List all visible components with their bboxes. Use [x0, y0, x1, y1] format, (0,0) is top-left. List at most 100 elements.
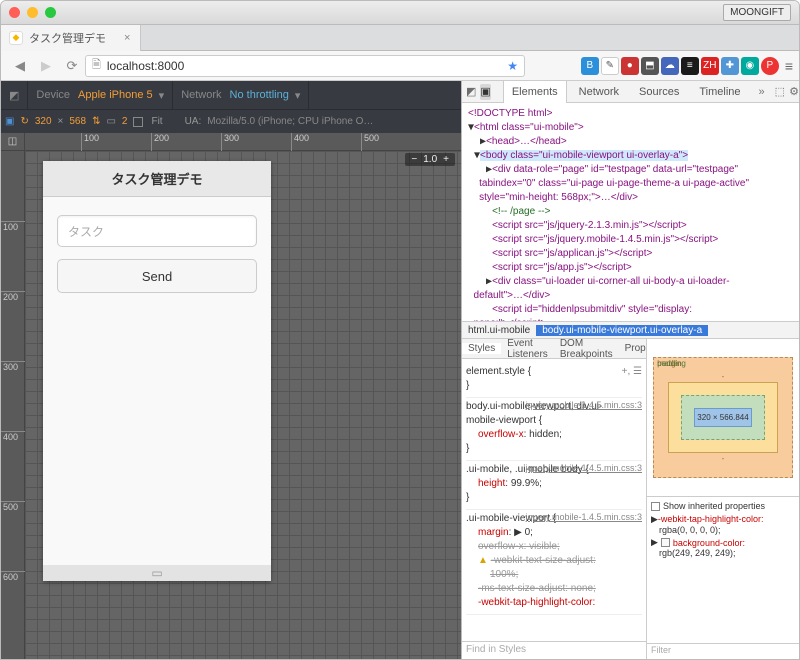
height-field[interactable]: 568 [69, 116, 86, 127]
ext-icon[interactable]: ✎ [601, 57, 619, 75]
ruler-tick: 300 [221, 133, 239, 151]
prop-value[interactable]: hidden; [529, 429, 562, 440]
styles-tab-breakpoints[interactable]: DOM Breakpoints [554, 339, 619, 360]
prop-overridden[interactable]: 100%; [490, 568, 642, 582]
send-button[interactable]: Send [57, 259, 257, 293]
toggle-device-mode-icon[interactable]: ▣ [480, 84, 490, 100]
ruler-vertical: 100 200 300 400 500 600 [1, 151, 25, 659]
settings-icon[interactable]: ⚙ [789, 84, 799, 100]
close-tab-icon[interactable]: × [124, 32, 130, 44]
star-icon[interactable]: ★ [507, 59, 518, 73]
console-toggle-icon[interactable]: ⬚ [775, 84, 785, 100]
style-rule[interactable]: jquery.mobile-1.4.5.min.css:3 .ui-mobile… [466, 461, 642, 510]
browser-tab[interactable]: ◆ タスク管理デモ × [1, 25, 141, 51]
computed-prop[interactable]: background-color: [673, 538, 745, 548]
dom-line[interactable]: <script src="js/jquery.mobile-1.4.5.min.… [492, 234, 718, 245]
traffic-min-icon[interactable] [27, 7, 38, 18]
show-inherited-checkbox[interactable] [651, 502, 660, 511]
url-field[interactable]: 🗎 localhost:8000 ★ [85, 55, 525, 77]
dom-comment[interactable]: <!-- /page --> [492, 206, 550, 217]
prop-overridden[interactable]: -ms-text-size-adjust: none; [478, 582, 642, 596]
rule-source[interactable]: jquery.mobile-1.4.5.min.css:3 [526, 510, 642, 524]
tab-network[interactable]: Network [571, 81, 627, 103]
prop-overridden[interactable]: -webkit-text-size-adjust: [491, 555, 596, 566]
rule-source[interactable]: jquery.mobile-1.4.5.min.css:3 [526, 398, 642, 412]
dom-line[interactable]: <div data-role="page" id="testpage" data… [468, 164, 749, 203]
prop-name[interactable]: overflow-x [478, 429, 524, 440]
inspect-element-icon[interactable]: ◩ [466, 84, 476, 100]
menu-icon[interactable]: ≡ [785, 58, 793, 74]
fit-checkbox[interactable] [133, 117, 143, 127]
styles-tab-properties[interactable]: Properties [619, 343, 647, 354]
device-viewport: − 1.0 + タスク管理デモ タスク Send ▭ [25, 151, 461, 659]
prop-overridden[interactable]: overflow-x: visible; [478, 540, 642, 554]
prop-value[interactable]: 99.9%; [511, 478, 542, 489]
dom-body-selected[interactable]: <body class="ui-mobile-viewport ui-overl… [480, 150, 688, 161]
ext-icon[interactable]: ✚ [721, 57, 739, 75]
ext-icon[interactable]: ☁ [661, 57, 679, 75]
back-button[interactable]: ◀ [8, 54, 32, 78]
styles-tab-styles[interactable]: Styles [462, 343, 501, 354]
ext-icon[interactable]: ⬒ [641, 57, 659, 75]
rotate-icon[interactable]: ↻ [20, 116, 28, 127]
forward-button[interactable]: ▶ [34, 54, 58, 78]
style-rule[interactable]: jquery.mobile-1.4.5.min.css:3 .ui-mobile… [466, 510, 642, 615]
ext-icon[interactable]: ZH [701, 57, 719, 75]
task-input[interactable]: タスク [57, 215, 257, 247]
ext-icon[interactable]: B [581, 57, 599, 75]
dom-line[interactable]: <head>…</head> [486, 136, 567, 147]
tab-sources[interactable]: Sources [631, 81, 687, 103]
device-frame: タスク管理デモ タスク Send ▭ [43, 161, 271, 581]
dom-breadcrumb[interactable]: html.ui-mobile body.ui-mobile-viewport.u… [462, 321, 799, 339]
network-select[interactable]: Network No throttling ▾ [173, 81, 309, 109]
dom-line[interactable]: <!DOCTYPE html> [468, 108, 552, 119]
styles-body[interactable]: element.style { +, ☰ } jquery.mobile-1.4… [462, 359, 646, 641]
rule-source[interactable]: jquery.mobile-1.4.5.min.css:3 [526, 461, 642, 475]
breadcrumb-seg[interactable]: html.ui-mobile [462, 325, 536, 336]
width-field[interactable]: 320 [35, 116, 52, 127]
dom-line[interactable]: <script id="hiddenlpsubmitdiv" style="di… [468, 304, 692, 321]
reload-button[interactable]: ⟳ [60, 54, 84, 78]
ext-icon[interactable]: ≡ [681, 57, 699, 75]
dpr-value[interactable]: 2 [122, 116, 128, 127]
dom-line[interactable]: <script src="js/jquery-2.1.3.min.js">​</… [492, 220, 687, 231]
zoom-out-icon[interactable]: − [411, 154, 417, 165]
style-rule[interactable]: element.style { +, ☰ } [466, 363, 642, 398]
prop-name[interactable]: height [478, 478, 505, 489]
profile-button[interactable]: MOONGIFT [723, 4, 791, 21]
ruler-tick: 400 [1, 431, 25, 442]
find-in-styles[interactable]: Find in Styles [462, 641, 646, 659]
dom-line[interactable]: <script src="js/app.js">​</​script> [492, 262, 632, 273]
style-rule[interactable]: jquery.mobile-1.4.5.min.css:3 body.ui-mo… [466, 398, 642, 461]
traffic-close-icon[interactable] [9, 7, 20, 18]
dom-line[interactable]: <div class="ui-loader ui-corner-all ui-b… [468, 276, 730, 301]
toggle-device-icon[interactable]: ▣ [5, 116, 14, 127]
computed-panel[interactable]: Show inherited properties ▶-webkit-tap-h… [647, 496, 799, 643]
ext-icon[interactable]: ● [621, 57, 639, 75]
swap-icon[interactable]: ⇅ [92, 116, 100, 127]
ext-icon[interactable]: ◉ [741, 57, 759, 75]
styles-tab-listeners[interactable]: Event Listeners [501, 339, 554, 360]
fit-label: Fit [151, 116, 162, 127]
ext-icon[interactable]: P [761, 57, 779, 75]
tabs-overflow-icon[interactable]: » [753, 86, 771, 98]
dom-line[interactable]: <script src="js/applican.js">​</​script> [492, 248, 652, 259]
tab-timeline[interactable]: Timeline [691, 81, 748, 103]
inspect-icon[interactable]: ◩ [1, 81, 28, 109]
traffic-max-icon[interactable] [45, 7, 56, 18]
tab-elements[interactable]: Elements [503, 81, 567, 103]
color-swatch-icon[interactable] [661, 538, 670, 547]
zoom-in-icon[interactable]: + [443, 154, 449, 165]
dom-line[interactable]: <html class="ui-mobile"> [474, 122, 584, 133]
breadcrumb-seg-active[interactable]: body.ui-mobile-viewport.ui-overlay-a [536, 325, 708, 336]
prop-name[interactable]: -webkit-tap-highlight-color: [478, 597, 595, 608]
rule-close: } [466, 492, 469, 503]
filter-input[interactable]: Filter [647, 643, 799, 659]
ua-field[interactable]: Mozilla/5.0 (iPhone; CPU iPhone O… [207, 116, 373, 127]
device-subbar: ▣ ↻ 320 × 568 ⇅ ▭ 2 Fit UA: Mozilla/5.0 … [1, 109, 461, 133]
computed-prop[interactable]: -webkit-tap-highlight-color: [658, 514, 764, 524]
window-titlebar: MOONGIFT [1, 1, 799, 25]
zoom-control[interactable]: − 1.0 + [405, 153, 455, 166]
dom-tree[interactable]: <!DOCTYPE html> ▼<html class="ui-mobile"… [462, 103, 799, 321]
device-select[interactable]: Device Apple iPhone 5 ▾ [28, 81, 173, 109]
